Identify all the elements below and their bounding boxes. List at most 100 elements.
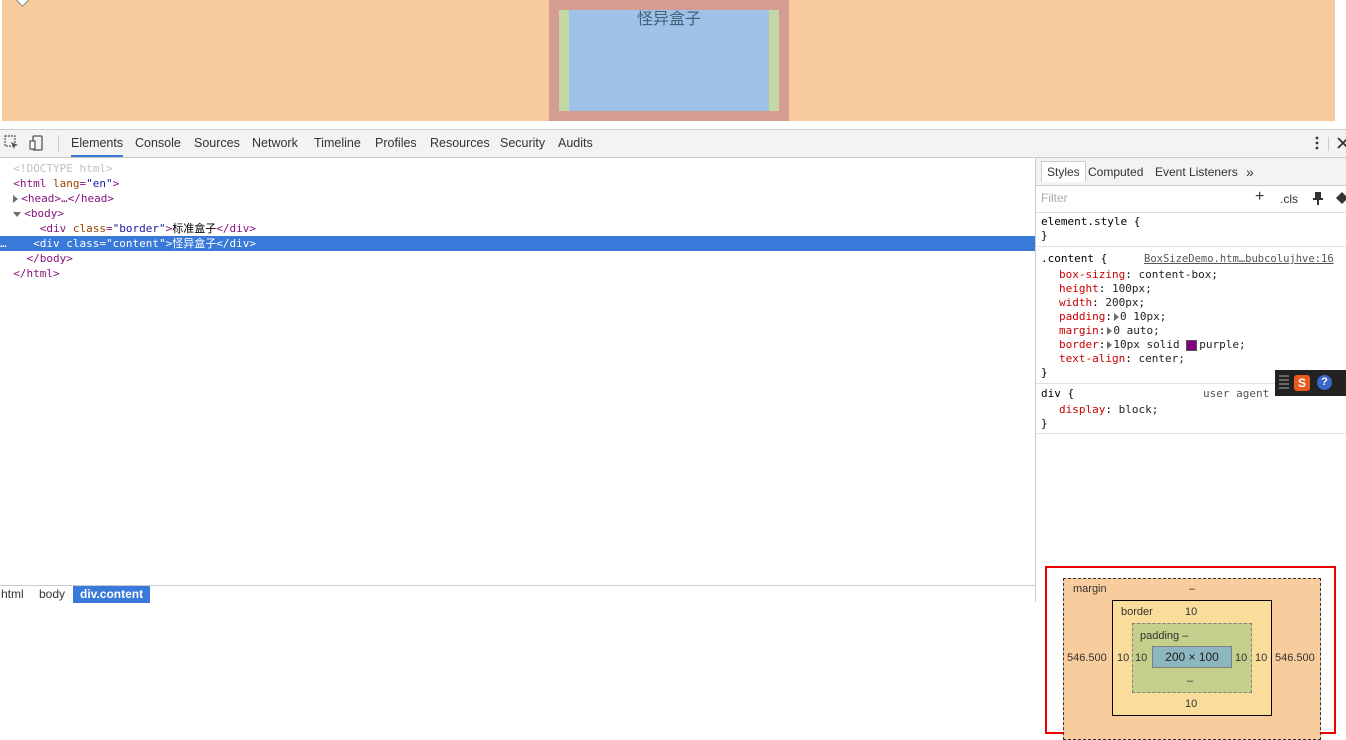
- ime-toolbar: S ?: [1275, 370, 1346, 396]
- new-rule-icon[interactable]: +: [1255, 188, 1264, 206]
- tab-console[interactable]: Console: [135, 130, 181, 157]
- box-model-diagram: margin – 546.500 546.500 border 10 10 10…: [1045, 566, 1336, 740]
- tree-body[interactable]: <body>: [0, 206, 1035, 221]
- element-style-selector[interactable]: element.style {: [1041, 215, 1140, 229]
- devtools-toolbar: Elements Console Sources Network Timelin…: [0, 130, 1346, 158]
- help-icon[interactable]: ?: [1317, 375, 1332, 390]
- elements-tree: <!DOCTYPE html> <html lang="en"> <head>……: [0, 158, 1035, 585]
- cls-button[interactable]: .cls: [1280, 192, 1298, 206]
- color-swatch-icon[interactable]: [1186, 339, 1198, 351]
- div1-text: 标准盒子: [172, 222, 217, 235]
- prop-width[interactable]: width: 200px;: [1059, 296, 1145, 310]
- prop-height[interactable]: height: 100px;: [1059, 282, 1152, 296]
- breadcrumb-div-content[interactable]: div.content: [73, 586, 151, 603]
- body-open-tag: <body>: [24, 207, 64, 220]
- tab-resources[interactable]: Resources: [430, 130, 490, 157]
- device-mode-icon[interactable]: [29, 135, 45, 151]
- box-model-padding[interactable]: padding – 10 10 – 200 × 100: [1132, 623, 1252, 693]
- margin-left-value[interactable]: 546.500: [1067, 652, 1107, 664]
- border-bottom-value[interactable]: 10: [1185, 698, 1197, 710]
- sidebar-tabs: Styles Computed Event Listeners »: [1036, 158, 1346, 186]
- tree-doctype[interactable]: <!DOCTYPE html>: [0, 161, 1035, 176]
- element-state-icon[interactable]: [1336, 192, 1346, 204]
- prop-box-sizing[interactable]: box-sizing: content-box;: [1059, 268, 1218, 282]
- div1-class-value: "border": [112, 222, 166, 235]
- prop-text-align[interactable]: text-align: center;: [1059, 352, 1185, 366]
- close-icon[interactable]: [1335, 135, 1346, 151]
- tab-sources[interactable]: Sources: [194, 130, 240, 157]
- toolbar-separator: [58, 135, 59, 152]
- prop-margin[interactable]: margin: 0 auto;: [1059, 324, 1160, 338]
- box-model-border[interactable]: border 10 10 10 10 padding – 10 10 – 200…: [1112, 600, 1272, 716]
- tree-html[interactable]: <html lang="en">: [0, 176, 1035, 191]
- rule-divider: [1036, 433, 1346, 434]
- prop-padding[interactable]: padding: 0 10px;: [1059, 310, 1166, 324]
- prop-display[interactable]: display: block;: [1059, 403, 1158, 417]
- padding-label: padding –: [1140, 630, 1189, 642]
- tree-div-border[interactable]: <div class="border">标准盒子</div>: [0, 221, 1035, 236]
- more-tabs-icon[interactable]: »: [1246, 162, 1254, 182]
- tree-head[interactable]: <head>…</head>: [0, 191, 1035, 206]
- padding-left-value[interactable]: 10: [1135, 652, 1147, 664]
- filter-row: Filter + .cls: [1036, 186, 1346, 213]
- expand-shorthand-icon: [1107, 327, 1113, 335]
- tab-event-listeners[interactable]: Event Listeners: [1155, 162, 1238, 182]
- rendered-page: 怪异盒子: [0, 0, 1346, 129]
- padding-right-value[interactable]: 10: [1235, 652, 1247, 664]
- padding-bottom-value[interactable]: –: [1187, 675, 1193, 687]
- sogou-icon[interactable]: S: [1294, 375, 1310, 391]
- source-link[interactable]: BoxSizeDemo.htm…bubcolujhve:16: [1144, 252, 1334, 266]
- doctype-text: <!DOCTYPE html>: [13, 162, 113, 175]
- div2-class-value: "content": [106, 237, 166, 250]
- border-right-value[interactable]: 10: [1255, 652, 1267, 664]
- tab-computed[interactable]: Computed: [1088, 162, 1143, 182]
- lang-attr: lang: [53, 177, 80, 190]
- rule-divider: [1036, 246, 1346, 247]
- border-label: border: [1121, 606, 1153, 618]
- tab-elements[interactable]: Elements: [71, 130, 124, 157]
- margin-top-value[interactable]: –: [1189, 583, 1195, 595]
- prop-border[interactable]: border: 10px solid purple;: [1059, 338, 1246, 352]
- tab-styles[interactable]: Styles: [1041, 161, 1086, 182]
- pin-icon[interactable]: [1312, 191, 1324, 205]
- content-rule-close: }: [1041, 366, 1048, 379]
- collapse-triangle-icon[interactable]: [13, 211, 22, 217]
- tree-html-close[interactable]: </html>: [0, 266, 1035, 281]
- devtools-panel: Elements Console Sources Network Timelin…: [0, 129, 1346, 740]
- element-style-close: }: [1041, 229, 1048, 242]
- tree-body-close[interactable]: </body>: [0, 251, 1035, 266]
- margin-right-value[interactable]: 546.500: [1275, 652, 1315, 664]
- border-top-value[interactable]: 10: [1185, 606, 1197, 618]
- html-close-tag: </html>: [13, 267, 60, 280]
- lang-value: "en": [86, 177, 113, 190]
- styles-filter-input[interactable]: Filter: [1041, 191, 1068, 205]
- content-rule-selector[interactable]: .content {: [1041, 252, 1107, 266]
- content-box: 怪异盒子: [569, 10, 769, 111]
- expand-triangle-icon[interactable]: [13, 195, 19, 203]
- toolbar-separator-right: [1328, 137, 1329, 151]
- selection-dots: …: [0, 237, 7, 250]
- head-tag: <head>…</head>: [21, 192, 114, 205]
- tab-network[interactable]: Network: [252, 130, 298, 157]
- tab-security[interactable]: Security: [500, 130, 545, 157]
- margin-label: margin: [1073, 583, 1107, 595]
- more-options-icon[interactable]: [1309, 135, 1325, 151]
- box-model-content[interactable]: 200 × 100: [1152, 646, 1232, 668]
- inspect-element-icon[interactable]: [4, 135, 20, 151]
- expand-shorthand-icon: [1107, 341, 1113, 349]
- box-model-margin[interactable]: margin – 546.500 546.500 border 10 10 10…: [1063, 578, 1321, 740]
- div-rule-selector[interactable]: div {: [1041, 387, 1074, 401]
- body-close-tag: </body>: [26, 252, 73, 265]
- tab-profiles[interactable]: Profiles: [375, 130, 417, 157]
- html-open-tag: <html: [13, 177, 47, 190]
- tree-div-content-selected[interactable]: … <div class="content">怪异盒子</div>: [0, 236, 1035, 251]
- breadcrumb-html[interactable]: html: [1, 586, 24, 603]
- breadcrumb-body[interactable]: body: [39, 586, 65, 603]
- tab-audits[interactable]: Audits: [558, 130, 593, 157]
- user-agent-label: user agent: [1203, 387, 1270, 400]
- border-left-value[interactable]: 10: [1117, 652, 1129, 664]
- div-rule-close: }: [1041, 417, 1048, 430]
- drag-handle-icon[interactable]: [1279, 375, 1289, 391]
- breadcrumb: html body div.content: [0, 585, 1035, 603]
- tab-timeline[interactable]: Timeline: [314, 130, 361, 157]
